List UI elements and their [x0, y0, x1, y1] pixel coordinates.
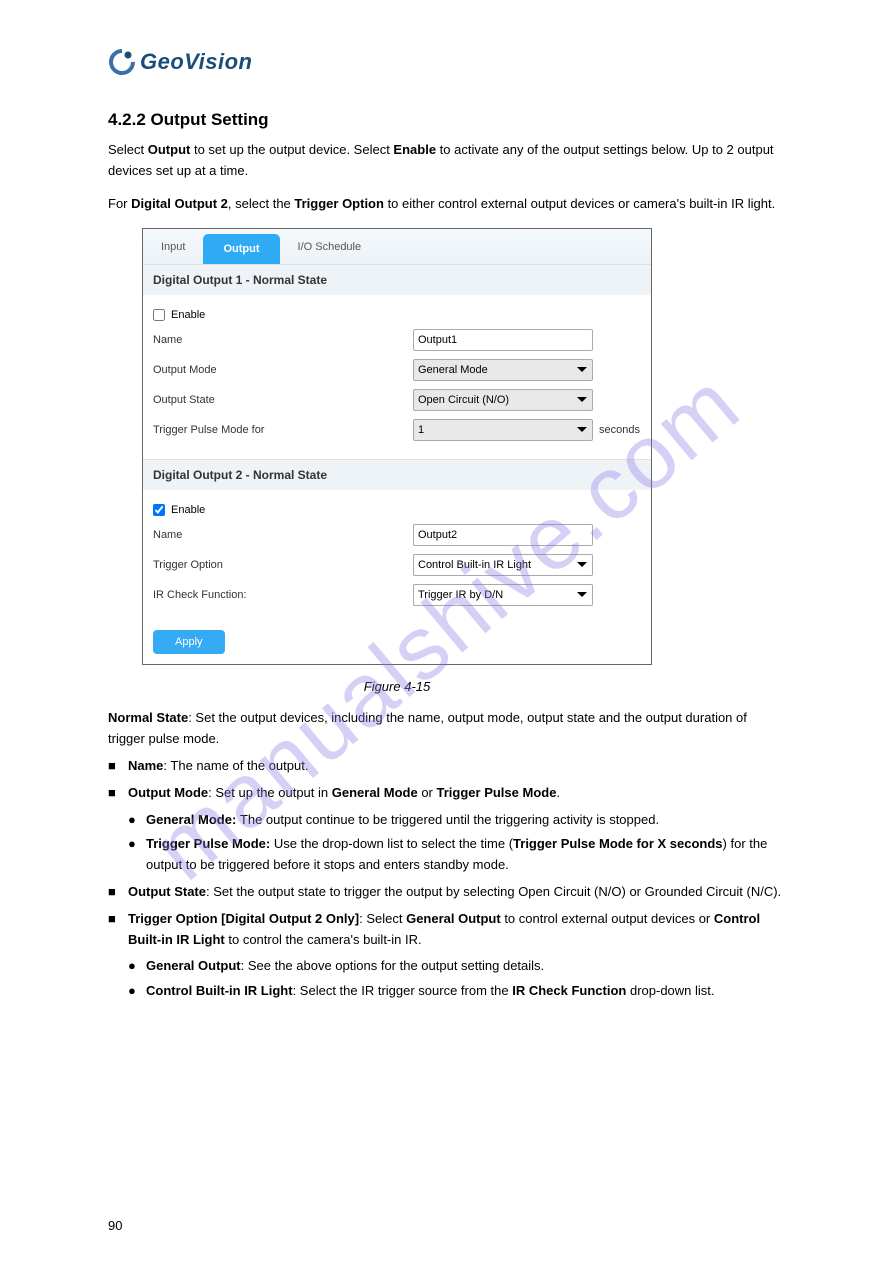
- ir-check-select[interactable]: Trigger IR by D/N: [413, 584, 593, 606]
- logo-text: GeoVision: [140, 49, 252, 75]
- section-1-header: Digital Output 1 - Normal State: [143, 264, 651, 295]
- trigger-option-select[interactable]: Control Built-in IR Light: [413, 554, 593, 576]
- enable-2-label: Enable: [171, 504, 205, 516]
- ir-check-label: IR Check Function:: [153, 589, 413, 601]
- output-state-select[interactable]: Open Circuit (N/O): [413, 389, 593, 411]
- enable-2-row[interactable]: Enable: [153, 504, 641, 516]
- section-2-header: Digital Output 2 - Normal State: [143, 459, 651, 490]
- tab-output[interactable]: Output: [203, 234, 279, 264]
- tabs-row: Input Output I/O Schedule: [143, 229, 651, 264]
- figure-caption: Figure 4-15: [142, 679, 652, 694]
- name-2-label: Name: [153, 529, 413, 541]
- description-block: Normal State: Set the output devices, in…: [108, 708, 785, 1002]
- logo: GeoVision: [108, 48, 252, 76]
- intro-paragraph-2: For Digital Output 2, select the Trigger…: [108, 194, 785, 215]
- page-number: 90: [108, 1218, 122, 1233]
- output-state-label: Output State: [153, 394, 413, 406]
- logo-icon: [108, 48, 136, 76]
- tab-input[interactable]: Input: [143, 229, 203, 264]
- enable-1-row[interactable]: Enable: [153, 309, 641, 321]
- tab-io-schedule[interactable]: I/O Schedule: [280, 229, 380, 264]
- settings-panel: Input Output I/O Schedule Digital Output…: [142, 228, 652, 665]
- output-mode-select[interactable]: General Mode: [413, 359, 593, 381]
- enable-1-checkbox[interactable]: [153, 309, 165, 321]
- apply-button[interactable]: Apply: [153, 630, 225, 654]
- enable-1-label: Enable: [171, 309, 205, 321]
- seconds-suffix: seconds: [599, 424, 640, 436]
- name-1-label: Name: [153, 334, 413, 346]
- page-heading: 4.2.2 Output Setting: [108, 110, 785, 130]
- name-2-input[interactable]: [413, 524, 593, 546]
- enable-2-checkbox[interactable]: [153, 504, 165, 516]
- trigger-pulse-select[interactable]: 1: [413, 419, 593, 441]
- name-1-input[interactable]: [413, 329, 593, 351]
- output-mode-label: Output Mode: [153, 364, 413, 376]
- trigger-pulse-label: Trigger Pulse Mode for: [153, 424, 413, 436]
- trigger-option-label: Trigger Option: [153, 559, 413, 571]
- intro-paragraph-1: Select Output to set up the output devic…: [108, 140, 785, 182]
